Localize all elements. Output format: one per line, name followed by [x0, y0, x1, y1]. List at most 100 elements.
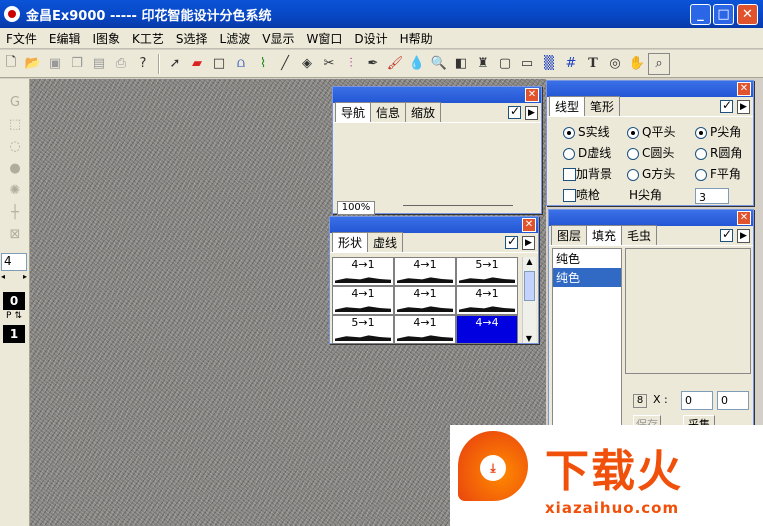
left-arrow-icon[interactable]: ◂	[1, 272, 5, 282]
shape-scrollbar[interactable]: ▲ ▼	[522, 257, 536, 343]
radio-control[interactable]	[563, 126, 575, 139]
maximize-button[interactable]: □	[713, 4, 734, 25]
y-input[interactable]: 0	[717, 391, 749, 410]
menu-edit[interactable]: E编辑	[43, 30, 87, 47]
copy-icon[interactable]: ❐	[66, 53, 88, 75]
menu-filter[interactable]: L滤波	[214, 30, 257, 47]
line-checkbox[interactable]	[720, 98, 733, 113]
window-icon[interactable]: ▭	[516, 53, 538, 75]
mirror-icon[interactable]: ⫶	[340, 53, 362, 75]
open-folder-icon[interactable]: 📂	[22, 53, 44, 75]
close-icon[interactable]: ✕	[737, 82, 751, 96]
shape-cell[interactable]: 4→1	[394, 286, 456, 315]
tab-info[interactable]: 信息	[370, 102, 407, 122]
shape-cell[interactable]: 4→1	[394, 315, 456, 344]
check-control[interactable]	[563, 168, 576, 181]
shape-checkbox[interactable]	[505, 234, 518, 249]
panel-titlebar[interactable]: ✕	[547, 81, 753, 97]
close-icon[interactable]: ✕	[737, 211, 751, 225]
fill-bucket-icon[interactable]: ◈	[296, 53, 318, 75]
crop-icon[interactable]: ⊠	[0, 223, 30, 245]
help-icon[interactable]: ?	[132, 53, 154, 75]
radio-control[interactable]	[695, 168, 707, 181]
menu-help[interactable]: H帮助	[394, 30, 439, 47]
minimize-button[interactable]: _	[690, 4, 711, 25]
option-col3-0[interactable]: P尖角	[695, 123, 741, 140]
menu-window[interactable]: W窗口	[300, 30, 348, 47]
menu-design[interactable]: D设计	[348, 30, 393, 47]
close-icon[interactable]: ✕	[522, 218, 536, 232]
tab-shape[interactable]: 形状	[332, 232, 369, 252]
radio-control[interactable]	[695, 126, 707, 139]
texture-icon[interactable]: ▒	[538, 53, 560, 75]
arrow-select-icon[interactable]: ➚	[164, 53, 186, 75]
close-button[interactable]: ✕	[737, 4, 758, 25]
option-col2-2[interactable]: G方头	[627, 165, 675, 182]
foreground-layer[interactable]: 0	[3, 292, 25, 310]
shape-cell[interactable]: 4→1	[394, 257, 456, 286]
option-col1-1[interactable]: D虚线	[563, 144, 611, 161]
size-input[interactable]: 4	[1, 253, 27, 271]
layer-checkbox[interactable]	[720, 227, 733, 242]
line-icon[interactable]: ╱	[274, 53, 296, 75]
spray-icon[interactable]: ✺	[0, 179, 30, 201]
save-icon[interactable]: ▣	[44, 53, 66, 75]
swap-layers[interactable]: P ⇅	[3, 311, 25, 322]
spiral-icon[interactable]: ◎	[604, 53, 626, 75]
shape-cell[interactable]: 5→1	[332, 315, 394, 344]
stamp-icon[interactable]: ♜	[472, 53, 494, 75]
menu-craft[interactable]: K工艺	[126, 30, 170, 47]
tab-zoom[interactable]: 缩放	[405, 102, 442, 122]
text-icon[interactable]: T	[582, 53, 604, 75]
panel-menu-arrow-icon[interactable]: ▶	[737, 229, 750, 243]
tab-line-type[interactable]: 线型	[549, 96, 586, 116]
option-col2-1[interactable]: C圆头	[627, 144, 674, 161]
x-input[interactable]: 0	[681, 391, 713, 410]
option-col1-2[interactable]: 加背景	[563, 165, 612, 182]
drop-icon[interactable]: 💧	[406, 53, 428, 75]
shape-cell[interactable]: 5→1	[456, 257, 518, 286]
size-stepper[interactable]: ◂ ▸	[1, 272, 27, 282]
rectangle-icon[interactable]: □	[208, 53, 230, 75]
panel-titlebar[interactable]: ✕	[333, 87, 541, 103]
list-item[interactable]: 纯色	[553, 249, 621, 268]
option-col3-1[interactable]: R圆角	[695, 144, 742, 161]
menu-select[interactable]: S选择	[170, 30, 214, 47]
frame-icon[interactable]: ▢	[494, 53, 516, 75]
option-col2-0[interactable]: Q平头	[627, 123, 675, 140]
option-col1-0[interactable]: S实线	[563, 123, 610, 140]
list-item-selected[interactable]: 纯色	[553, 268, 621, 287]
zoom-percent[interactable]: 100%	[337, 201, 375, 215]
shape-cell[interactable]: 4→1	[456, 286, 518, 315]
gradient-icon[interactable]: ◧	[450, 53, 472, 75]
option-col2-3[interactable]: H尖角	[627, 186, 662, 203]
lasso-icon[interactable]: ◌	[0, 135, 30, 157]
angle-input[interactable]: 3	[695, 188, 729, 204]
swap-icon[interactable]: ⇅	[14, 311, 22, 322]
tab-caterpillar[interactable]: 毛虫	[621, 225, 658, 245]
scroll-down-icon[interactable]: ▼	[523, 334, 535, 343]
zoom-slider[interactable]	[403, 205, 513, 211]
paint-brush-icon[interactable]: 🖌	[384, 53, 406, 75]
hand-icon[interactable]: ✋	[626, 53, 648, 75]
tab-layers[interactable]: 图层	[551, 225, 588, 245]
menu-view[interactable]: V显示	[256, 30, 300, 47]
background-layer[interactable]: 1	[3, 325, 25, 343]
radio-control[interactable]	[627, 147, 639, 160]
paste-icon[interactable]: ▤	[88, 53, 110, 75]
marquee-icon[interactable]: ⬚	[0, 113, 30, 135]
panel-menu-arrow-icon[interactable]: ▶	[525, 106, 538, 120]
pen-icon[interactable]: ✒	[362, 53, 384, 75]
bridge-icon[interactable]: ⩍	[230, 53, 252, 75]
panel-titlebar[interactable]: ✕	[549, 210, 753, 226]
tab-fill[interactable]: 填充	[586, 225, 623, 245]
new-file-icon[interactable]: 🗋	[0, 53, 22, 75]
brush-curve-icon[interactable]: ⌇	[252, 53, 274, 75]
magnify-icon[interactable]: ⌕	[648, 52, 670, 75]
shape-cell[interactable]: 4→4	[456, 315, 518, 344]
check-control[interactable]	[563, 189, 576, 202]
nav-checkbox[interactable]	[508, 104, 521, 119]
radio-control[interactable]	[627, 168, 639, 181]
blob-icon[interactable]: ●	[0, 157, 30, 179]
option-col1-3[interactable]: 喷枪	[563, 186, 600, 203]
